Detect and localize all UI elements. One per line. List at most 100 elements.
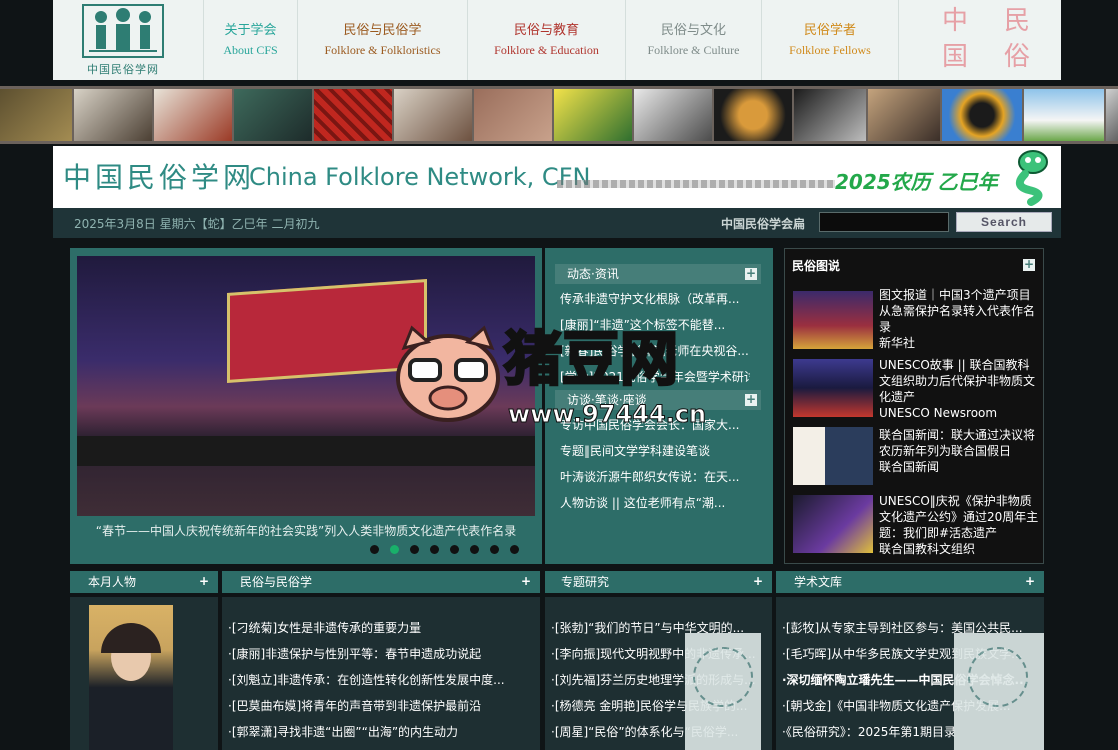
strip-photo[interactable]: [394, 89, 472, 141]
expand-icon[interactable]: +: [1023, 258, 1035, 271]
slide-pager: [370, 545, 519, 554]
interview-item[interactable]: 叶涛谈沂源牛郎织女传说：在天...: [560, 468, 750, 485]
watermark-title: 猪豆网: [502, 324, 679, 395]
expand-icon[interactable]: +: [752, 575, 764, 588]
picture-news-panel: 民俗图说 + 图文报道｜中国3个遗产项目从急需保护名录转入代表作名录 新华社 UN…: [784, 248, 1044, 564]
expand-icon[interactable]: +: [745, 267, 757, 280]
strip-photo[interactable]: [1024, 89, 1104, 141]
strip-photo[interactable]: [234, 89, 312, 141]
article-link[interactable]: ·[康丽]非遗保护与性别平等：春节申遗成功说起: [228, 645, 481, 662]
brand-char: 民: [1004, 6, 1031, 36]
picture-thumb[interactable]: [793, 495, 873, 553]
watermark-overlay: 猪豆网 www.97444.cn: [392, 312, 732, 436]
strip-photo[interactable]: [474, 89, 552, 141]
logo-text: 中国民俗学网: [87, 63, 159, 76]
strip-photo[interactable]: [794, 89, 866, 141]
photo-strip: [0, 86, 1118, 144]
nav-about[interactable]: 关于学会 About CFS: [203, 0, 297, 80]
section-header-library: 学术文库 +: [776, 571, 1044, 593]
article-link[interactable]: ·[巴莫曲布嫫]将青年的声音带到非遗保护最前沿: [228, 697, 481, 714]
nav-culture[interactable]: 民俗与文化 Folklore & Culture: [625, 0, 761, 80]
section-title: 本月人物: [88, 575, 137, 589]
picture-item-source: UNESCO Newsroom: [879, 406, 998, 420]
nav-culture-en: Folklore & Culture: [647, 43, 740, 57]
slide-dot[interactable]: [370, 545, 379, 554]
strip-photo[interactable]: [714, 89, 792, 141]
picture-item-title: UNESCO故事 || 联合国教科文组织助力后代保护非物质文化遗产: [879, 358, 1036, 404]
slide-dot[interactable]: [390, 545, 399, 554]
slide-caption[interactable]: “春节——中国人庆祝传统新年的社会实践”列入人类非物质文化遗产代表作名录: [70, 522, 542, 539]
strip-photo[interactable]: [554, 89, 632, 141]
picture-item-title: 图文报道｜中国3个遗产项目从急需保护名录转入代表作名录: [879, 288, 1036, 334]
banner-title-en: China Folklore Network, CFN: [249, 163, 591, 191]
seal-overlay-icon: [685, 633, 761, 750]
article-link[interactable]: ·[刘魁立]非遗传承：在创造性转化创新性发展中度...: [228, 671, 505, 688]
strip-photo[interactable]: [154, 89, 232, 141]
slide-dot[interactable]: [450, 545, 459, 554]
slide-dot[interactable]: [470, 545, 479, 554]
banner-ornament: [557, 180, 835, 188]
article-link[interactable]: ·[刁统菊]女性是非遗传承的重要力量: [228, 619, 421, 636]
picture-thumb[interactable]: [793, 291, 873, 349]
strip-photo[interactable]: [634, 89, 712, 141]
picture-item[interactable]: 联合国新闻：联大通过决议将农历新年列为联合国假日 联合国新闻: [879, 427, 1039, 475]
news-title: 动态·资讯: [567, 267, 619, 281]
banner-year: 2025农历 乙巳年: [835, 170, 998, 194]
article-link[interactable]: ·[郭翠潇]寻找非遗“出圈”“出海”的内生动力: [228, 723, 458, 740]
slide-dot[interactable]: [430, 545, 439, 554]
picture-item-title: 联合国新闻：联大通过决议将农历新年列为联合国假日: [879, 428, 1036, 458]
slide-stage-table: [77, 436, 535, 466]
expand-icon[interactable]: +: [1024, 575, 1036, 588]
picture-item-source: 新华社: [879, 336, 916, 350]
interview-item[interactable]: 人物访谈 || 这位老师有点“潮...: [560, 494, 750, 511]
slide-dot[interactable]: [410, 545, 419, 554]
nav-education-en: Folklore & Education: [494, 43, 599, 57]
site-logo[interactable]: 中国民俗学网: [73, 0, 173, 80]
pig-mascot-icon: [396, 325, 500, 422]
search-input[interactable]: [819, 212, 949, 232]
interview-item[interactable]: 专题‖民间文学学科建设笔谈: [560, 442, 750, 459]
nav-folkloristics[interactable]: 民俗与民俗学 Folklore & Folkloristics: [297, 0, 467, 80]
section-header-topics: 专题研究 +: [545, 571, 772, 593]
picture-thumb[interactable]: [793, 359, 873, 417]
expand-icon[interactable]: +: [520, 575, 532, 588]
nav-culture-zh: 民俗与文化: [660, 23, 726, 38]
library-list: ·[彭牧]从专家主导到社区参与：美国公共民... ·[毛巧晖]从中华多民族文学史…: [776, 597, 1044, 750]
picture-item[interactable]: UNESCO‖庆祝《保护非物质文化遗产公约》通过20周年主题：我们即#活态遗产联…: [879, 493, 1039, 557]
nav-fellows[interactable]: 民俗学者 Folklore Fellows: [761, 0, 899, 80]
person-hair: [101, 623, 161, 653]
picture-item-title: UNESCO‖庆祝《保护非物质文化遗产公约》通过20周年主题：我们即#活态遗产: [879, 494, 1039, 540]
nav-folkloristics-en: Folklore & Folkloristics: [324, 43, 441, 57]
nav-education-zh: 民俗与教育: [513, 23, 579, 38]
featured-person-photo[interactable]: [89, 605, 173, 750]
nav-fellows-en: Folklore Fellows: [789, 43, 871, 57]
strip-photo[interactable]: [314, 89, 392, 141]
expand-icon[interactable]: +: [198, 575, 210, 588]
current-date: 2025年3月8日 星期六【蛇】乙巳年 二月初九: [74, 217, 320, 231]
search-button[interactable]: Search: [956, 212, 1052, 232]
slide-dot[interactable]: [490, 545, 499, 554]
section-title: 民俗与民俗学: [240, 575, 313, 589]
brand-char: 俗: [1004, 42, 1031, 72]
watermark-url: www.97444.cn: [507, 400, 707, 429]
picture-item-source: 联合国教科文组织: [879, 542, 976, 556]
nav-education[interactable]: 民俗与教育 Folklore & Education: [467, 0, 625, 80]
section-title: 学术文库: [794, 575, 843, 589]
picture-item[interactable]: UNESCO故事 || 联合国教科文组织助力后代保护非物质文化遗产 UNESCO …: [879, 357, 1039, 421]
strip-photo[interactable]: [1106, 89, 1118, 141]
section-header-person: 本月人物 +: [70, 571, 218, 593]
brand-char: 国: [942, 42, 969, 72]
snake-icon: [1015, 150, 1048, 206]
top-header: 中国民俗学网 关于学会 About CFS 民俗与民俗学 Folklore & …: [53, 0, 1061, 80]
expand-icon[interactable]: +: [745, 393, 757, 406]
info-bar: 2025年3月8日 星期六【蛇】乙巳年 二月初九 中国民俗学会扁 Search: [53, 208, 1061, 238]
slide-dot[interactable]: [510, 545, 519, 554]
picture-thumb[interactable]: [793, 427, 873, 485]
picture-item[interactable]: 图文报道｜中国3个遗产项目从急需保护名录转入代表作名录新华社: [879, 287, 1039, 351]
strip-photo[interactable]: [942, 89, 1022, 141]
strip-photo[interactable]: [0, 89, 72, 141]
strip-photo[interactable]: [74, 89, 152, 141]
nav-about-zh: 关于学会: [224, 23, 277, 38]
news-item[interactable]: 传承非遗守护文化根脉（改革再...: [560, 290, 750, 307]
strip-photo[interactable]: [868, 89, 940, 141]
